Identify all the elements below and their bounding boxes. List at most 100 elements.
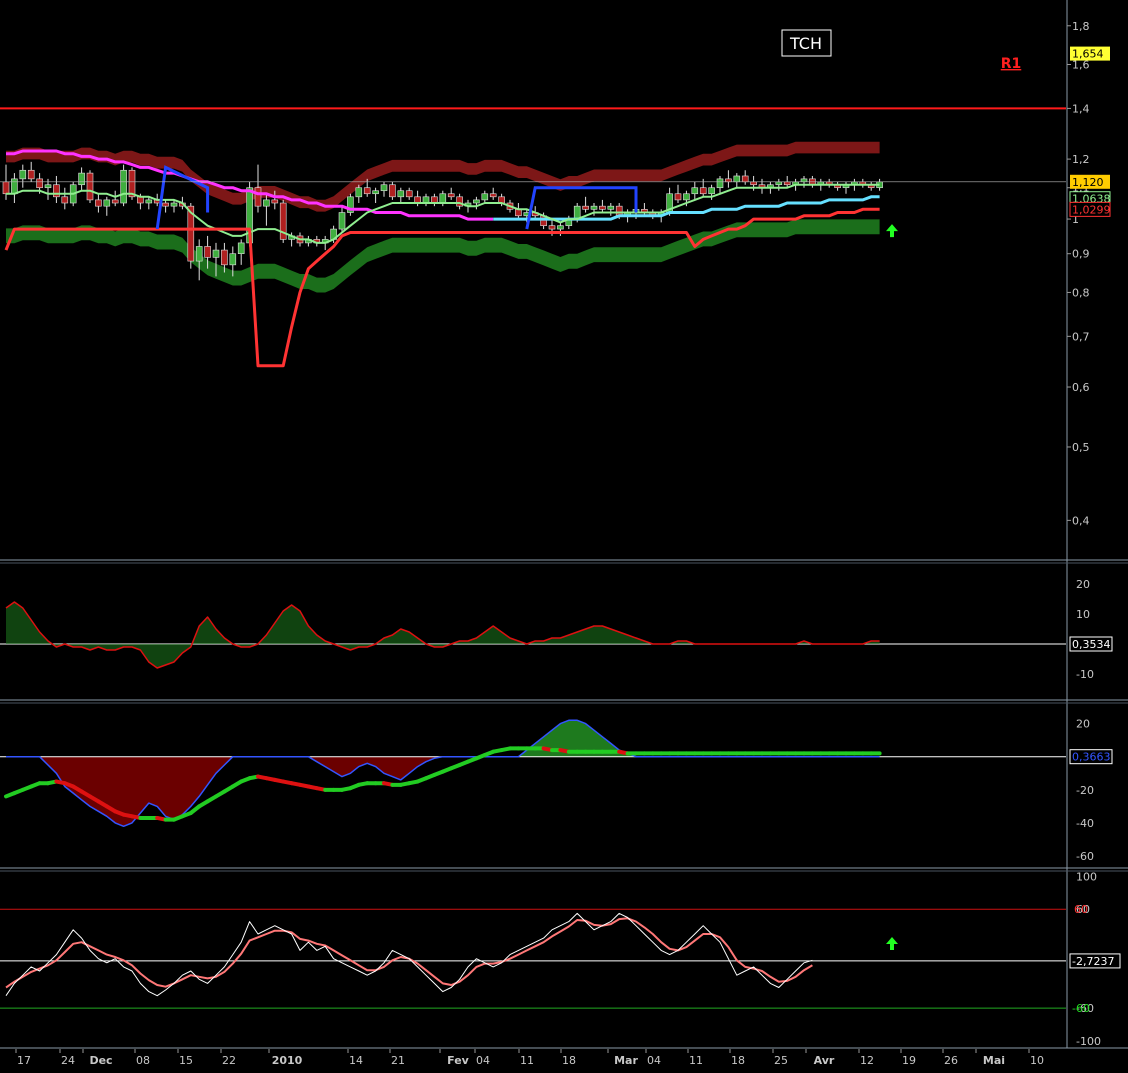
candle-body	[775, 181, 783, 186]
y-tick-label: 0,4	[1072, 514, 1090, 527]
x-tick-label: 21	[391, 1054, 405, 1067]
x-tick-label: 08	[136, 1054, 150, 1067]
y-tick-label: 0,6	[1072, 381, 1090, 394]
rsi-y-tick-label: -100	[1076, 1035, 1101, 1048]
x-tick-label: 12	[860, 1054, 874, 1067]
x-tick-label: Fev	[447, 1054, 470, 1067]
x-tick-label: 25	[774, 1054, 788, 1067]
y-tick-label: 1,2	[1072, 153, 1090, 166]
candle-body	[27, 169, 35, 180]
candle-body	[19, 169, 27, 180]
candle-body	[338, 212, 346, 230]
x-tick-label: 04	[647, 1054, 661, 1067]
x-tick-label: 2010	[272, 1054, 303, 1067]
candle-body	[489, 193, 497, 198]
candle-body	[195, 246, 203, 262]
candle-body	[582, 205, 589, 210]
candle-body	[691, 187, 699, 195]
trend-y-tick-label: -60	[1076, 850, 1094, 863]
candle-body	[162, 202, 169, 207]
high-price-label: 1,654	[1072, 48, 1104, 61]
x-tick-label: 26	[944, 1054, 958, 1067]
x-tick-label: 10	[1030, 1054, 1044, 1067]
candle-body	[725, 178, 732, 183]
trend-y-tick-label: -40	[1076, 817, 1094, 830]
candle-body	[380, 184, 388, 192]
candle-body	[120, 169, 127, 204]
x-tick-label: 18	[731, 1054, 745, 1067]
candle-body	[111, 199, 119, 204]
candle-body	[2, 181, 10, 195]
x-tick-label: 19	[902, 1054, 916, 1067]
candle-body	[800, 178, 808, 183]
candle-body	[78, 172, 85, 186]
symbol-title-box: TCH	[781, 29, 832, 57]
x-tick-label: Avr	[814, 1054, 835, 1067]
candle-body	[355, 187, 363, 198]
candle-body	[237, 242, 245, 255]
rsi-lower-label: -60	[1072, 1002, 1090, 1015]
candle-body	[254, 187, 262, 207]
x-tick-label: 15	[179, 1054, 193, 1067]
macd-y-tick-label: 10	[1076, 608, 1090, 621]
candle-body	[61, 196, 69, 204]
trend-value-label: 0,3663	[1072, 751, 1111, 764]
x-tick-label: 04	[476, 1054, 490, 1067]
candle-body	[447, 193, 455, 198]
candle-body	[363, 187, 371, 195]
candle-body	[44, 184, 52, 189]
x-tick-label: 17	[17, 1054, 31, 1067]
chart-root: 1,81,61,41,21,110,90,80,70,60,50,4 1,654…	[0, 0, 1128, 1073]
y-tick-label: 0,8	[1072, 286, 1090, 299]
candle-body	[271, 199, 279, 204]
y-tick-label: 0,9	[1072, 248, 1090, 261]
candle-body	[53, 184, 60, 198]
y-tick-label: 1,4	[1072, 102, 1090, 115]
candle-body	[699, 187, 707, 195]
candle-body	[741, 175, 749, 183]
candle-body	[397, 190, 405, 198]
candle-body	[212, 249, 220, 258]
y-tick-label: 0,5	[1072, 441, 1090, 454]
candle-body	[683, 193, 690, 201]
last-price-label: 1,120	[1072, 176, 1104, 189]
stop-label: 1,0299	[1072, 203, 1111, 216]
candle-body	[783, 181, 791, 186]
macd-value-label: 0,3534	[1072, 638, 1111, 651]
candle-body	[481, 193, 489, 201]
trend-y-tick-label: -20	[1076, 784, 1094, 797]
y-tick-label: 0,7	[1072, 330, 1090, 343]
candle-body	[11, 178, 18, 195]
x-tick-label: 18	[562, 1054, 576, 1067]
x-tick-label: 11	[689, 1054, 703, 1067]
candle-body	[590, 205, 598, 210]
candle-body	[733, 175, 741, 183]
candle-body	[750, 181, 757, 186]
candle-body	[515, 209, 522, 217]
rsi-value-label: -2,7237	[1072, 955, 1114, 968]
candle-body	[557, 225, 564, 230]
x-tick-label: 24	[61, 1054, 75, 1067]
candle-body	[548, 225, 556, 230]
candle-body	[389, 184, 396, 198]
macd-y-tick-label: -10	[1076, 668, 1094, 681]
candle-body	[229, 253, 237, 266]
candle-body	[263, 199, 270, 207]
candle-body	[599, 205, 606, 210]
candle-body	[708, 187, 715, 195]
symbol-title: TCH	[789, 34, 822, 53]
candle-body	[405, 190, 413, 198]
x-tick-label: 22	[222, 1054, 236, 1067]
candle-body	[473, 199, 480, 204]
x-tick-label: Dec	[89, 1054, 112, 1067]
candle-body	[204, 246, 211, 258]
x-tick-label: Mai	[983, 1054, 1005, 1067]
candle-body	[674, 193, 682, 201]
candle-body	[716, 178, 724, 189]
candle-body	[86, 172, 94, 201]
rsi-y-tick-label: 100	[1076, 870, 1097, 883]
rsi-upper-label: 60	[1074, 903, 1088, 916]
candle-body	[145, 199, 153, 204]
candle-body	[170, 202, 178, 207]
candle-body	[36, 178, 43, 189]
